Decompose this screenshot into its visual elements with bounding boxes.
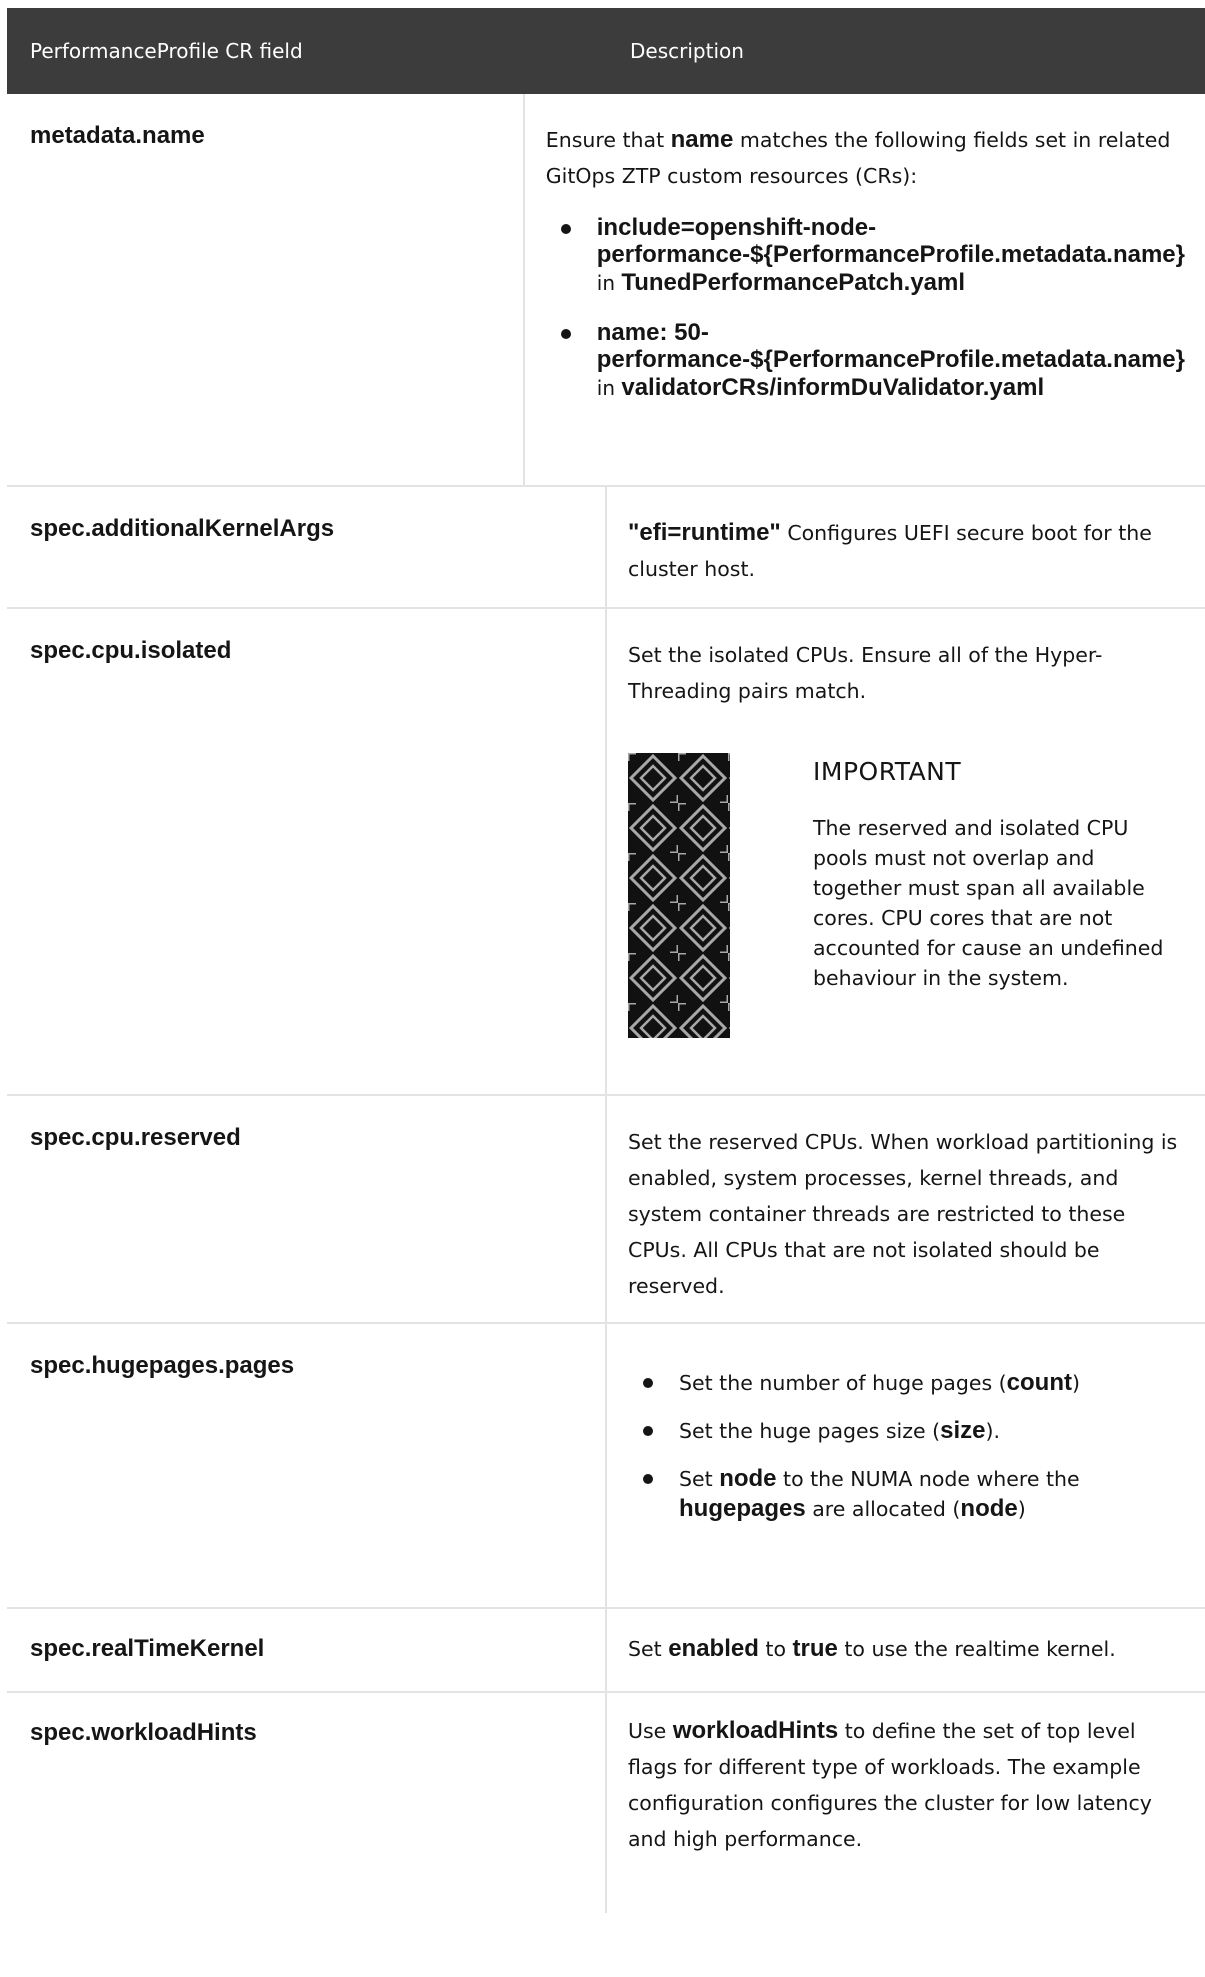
table-row: spec.realTimeKernel Set enabled to true … [7,1609,1205,1693]
list-item: name: 50-performance-${PerformanceProfil… [546,319,1185,402]
field-name: spec.cpu.reserved [30,1124,241,1151]
header-description: Description [630,39,744,63]
description-text: "efi=runtime" Configures UEFI secure boo… [628,519,1152,581]
table-row: spec.cpu.reserved Set the reserved CPUs.… [7,1096,1205,1324]
list-item: Set node to the NUMA node where the huge… [628,1464,1185,1524]
description-text: Use workloadHints to define the set of t… [628,1717,1152,1851]
field-name: metadata.name [30,122,205,149]
field-name: spec.additionalKernelArgs [30,515,335,542]
field-list: include=openshift-node-performance-${Per… [546,214,1185,402]
description-cell: Ensure that name matches the following f… [525,94,1205,485]
performance-profile-table: PerformanceProfile CR field Description … [7,8,1205,1913]
description-text: Ensure that name matches the following f… [545,126,1171,188]
header-field: PerformanceProfile CR field [30,39,303,63]
field-name: spec.cpu.isolated [30,637,232,664]
important-admonition: IMPORTANT The reserved and isolated CPU … [628,753,1185,1038]
list-item: Set the huge pages size (size). [628,1416,1185,1446]
description-text: Set the reserved CPUs. When workload par… [628,1130,1178,1298]
table-row: spec.additionalKernelArgs "efi=runtime" … [7,487,1205,609]
table-row: spec.workloadHints Use workloadHints to … [7,1693,1205,1913]
admonition-text: The reserved and isolated CPU pools must… [813,816,1164,990]
hugepages-list: Set the number of huge pages (count) Set… [628,1368,1185,1524]
description-text: Set the isolated CPUs. Ensure all of the… [628,643,1103,703]
admonition-title: IMPORTANT [813,757,962,786]
list-item: Set the number of huge pages (count) [628,1368,1185,1398]
table-row: spec.hugepages.pages Set the number of h… [7,1324,1205,1609]
list-item: include=openshift-node-performance-${Per… [546,214,1185,297]
field-name: spec.workloadHints [30,1719,257,1746]
description-text: Set enabled to true to use the realtime … [628,1635,1116,1662]
field-name: spec.realTimeKernel [30,1635,265,1662]
table-row: metadata.name Ensure that name matches t… [7,94,1205,487]
important-pattern-icon [628,753,730,1038]
table-row: spec.cpu.isolated Set the isolated CPUs.… [7,609,1205,1096]
field-name: spec.hugepages.pages [30,1352,295,1379]
table-header: PerformanceProfile CR field Description [7,8,1205,94]
